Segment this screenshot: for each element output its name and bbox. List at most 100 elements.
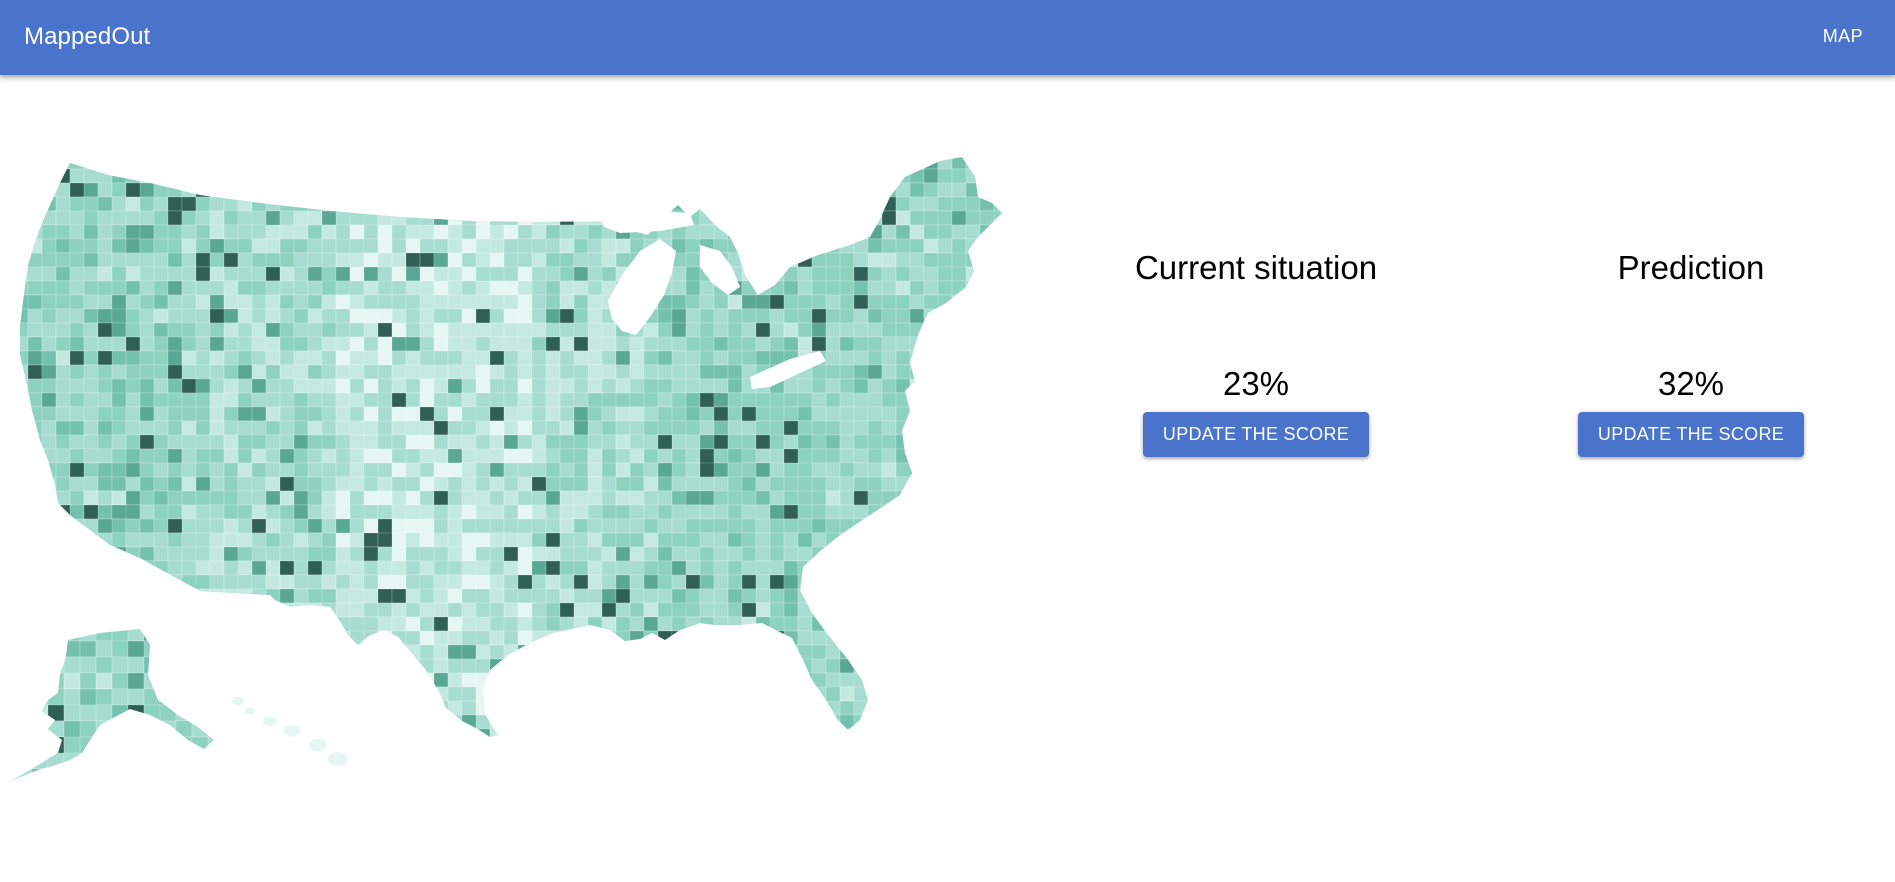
county-region[interactable] (279, 308, 295, 324)
county-region[interactable] (685, 686, 715, 702)
county-region[interactable] (811, 168, 827, 184)
county-region[interactable] (797, 616, 813, 632)
county-region[interactable] (191, 768, 224, 785)
county-region[interactable] (811, 294, 827, 310)
county-region[interactable] (503, 504, 519, 520)
county-region[interactable] (979, 532, 995, 548)
county-region[interactable] (545, 630, 561, 646)
county-region[interactable] (391, 266, 407, 282)
county-region[interactable] (447, 588, 463, 604)
county-region[interactable] (209, 602, 225, 618)
county-region[interactable] (937, 616, 953, 632)
county-region[interactable] (95, 720, 113, 738)
county-region[interactable] (923, 448, 939, 464)
county-region[interactable] (965, 224, 981, 240)
county-region[interactable] (191, 640, 209, 658)
county-region[interactable] (811, 686, 827, 702)
county-region[interactable] (223, 224, 239, 240)
county-region[interactable] (741, 532, 757, 548)
county-region[interactable] (0, 656, 17, 674)
county-region[interactable] (643, 714, 659, 730)
county-region[interactable] (14, 672, 29, 688)
county-region[interactable] (965, 252, 981, 268)
county-region[interactable] (559, 392, 575, 408)
county-region[interactable] (559, 434, 575, 450)
county-region[interactable] (167, 238, 183, 254)
county-region[interactable] (181, 210, 197, 226)
county-region[interactable] (363, 714, 379, 743)
county-region[interactable] (839, 700, 855, 716)
county-region[interactable] (195, 196, 211, 212)
county-region[interactable] (839, 546, 855, 562)
county-region[interactable] (839, 532, 855, 562)
county-region[interactable] (993, 294, 1008, 310)
county-region[interactable] (27, 155, 43, 170)
county-region[interactable] (251, 532, 267, 548)
county-region[interactable] (559, 644, 589, 660)
county-region[interactable] (321, 155, 337, 170)
county-region[interactable] (419, 644, 435, 660)
county-region[interactable] (573, 266, 589, 282)
county-region[interactable] (55, 490, 71, 506)
county-region[interactable] (713, 616, 729, 632)
county-region[interactable] (293, 588, 309, 604)
county-region[interactable] (503, 616, 519, 632)
county-region[interactable] (0, 575, 14, 589)
county-region[interactable] (83, 308, 99, 324)
county-region[interactable] (55, 616, 85, 632)
county-region[interactable] (755, 350, 771, 366)
county-region[interactable] (159, 625, 177, 642)
county-region[interactable] (79, 640, 97, 658)
county-region[interactable] (83, 434, 99, 450)
county-region[interactable] (993, 210, 1008, 226)
county-region[interactable] (335, 714, 351, 730)
county-region[interactable] (909, 448, 925, 464)
county-region[interactable] (377, 350, 393, 366)
county-region[interactable] (111, 448, 127, 464)
county-region[interactable] (587, 238, 603, 254)
county-region[interactable] (657, 308, 673, 324)
county-region[interactable] (335, 672, 351, 688)
county-region[interactable] (923, 644, 939, 660)
county-region[interactable] (209, 155, 225, 170)
county-region[interactable] (559, 252, 575, 268)
county-region[interactable] (573, 308, 589, 324)
county-region[interactable] (307, 322, 323, 338)
county-region[interactable] (923, 350, 939, 380)
county-region[interactable] (41, 616, 57, 632)
county-region[interactable] (685, 196, 701, 212)
county-region[interactable] (727, 238, 743, 254)
county-region[interactable] (349, 630, 365, 646)
county-region[interactable] (979, 182, 1008, 198)
county-region[interactable] (741, 155, 757, 170)
county-region[interactable] (503, 658, 533, 674)
county-region[interactable] (853, 210, 869, 226)
county-region[interactable] (517, 630, 533, 646)
county-region[interactable] (97, 490, 113, 506)
county-region[interactable] (419, 252, 435, 268)
county-region[interactable] (125, 504, 141, 520)
county-region[interactable] (209, 168, 225, 198)
county-region[interactable] (937, 574, 953, 590)
county-region[interactable] (321, 168, 337, 184)
county-region[interactable] (279, 378, 295, 394)
county-region[interactable] (517, 476, 533, 492)
county-region[interactable] (923, 420, 953, 436)
county-region[interactable] (335, 336, 351, 352)
county-region[interactable] (41, 322, 57, 338)
county-region[interactable] (307, 602, 323, 618)
county-region[interactable] (377, 238, 393, 254)
county-region[interactable] (755, 462, 771, 478)
county-region[interactable] (545, 350, 561, 366)
county-region[interactable] (545, 490, 561, 506)
county-region[interactable] (335, 686, 351, 702)
county-region[interactable] (279, 686, 295, 702)
county-region[interactable] (181, 686, 197, 702)
county-region[interactable] (797, 574, 813, 590)
county-region[interactable] (657, 686, 673, 716)
county-region[interactable] (447, 336, 463, 352)
county-region[interactable] (587, 434, 603, 450)
county-region[interactable] (573, 630, 603, 646)
county-region[interactable] (223, 168, 239, 198)
county-region[interactable] (685, 574, 701, 590)
